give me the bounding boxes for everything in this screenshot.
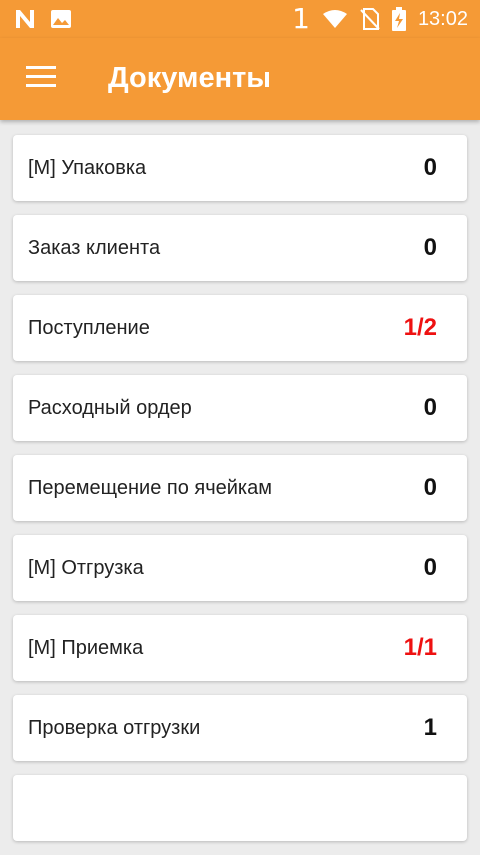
- document-label: Перемещение по ячейкам: [28, 477, 272, 499]
- status-time: 13:02: [417, 8, 468, 30]
- document-count: 0: [423, 154, 437, 181]
- document-count: 0: [423, 394, 437, 421]
- n-notification-icon: [14, 8, 36, 30]
- document-item-cell-transfer[interactable]: Перемещение по ячейкам 0: [13, 455, 467, 521]
- document-label: [М] Упаковка: [28, 157, 147, 179]
- page-title: Документы: [108, 62, 272, 94]
- document-item-receipt[interactable]: Поступление 1/2: [13, 295, 467, 361]
- document-label: Расходный ордер: [28, 397, 192, 419]
- wifi-icon: [322, 9, 348, 29]
- document-count: 1/1: [403, 634, 437, 661]
- document-count: 1/2: [403, 314, 437, 341]
- status-left-icons: [14, 8, 72, 30]
- document-item-acceptance[interactable]: [М] Приемка 1/1: [13, 615, 467, 681]
- document-label: Поступление: [28, 317, 150, 339]
- hamburger-menu-icon[interactable]: [26, 66, 58, 90]
- document-count: 0: [423, 554, 437, 581]
- document-item-packing[interactable]: [М] Упаковка 0: [13, 135, 467, 201]
- document-item-expense-order[interactable]: Расходный ордер 0: [13, 375, 467, 441]
- document-item-shipment-check[interactable]: Проверка отгрузки 1: [13, 695, 467, 761]
- battery-charging-icon: [391, 7, 406, 31]
- status-right-icons: 1 13:02: [292, 4, 468, 34]
- document-item-partial[interactable]: [13, 775, 467, 841]
- notification-number: 1: [292, 2, 310, 35]
- document-count: 1: [423, 714, 437, 741]
- document-item-shipment[interactable]: [М] Отгрузка 0: [13, 535, 467, 601]
- status-bar: 1 13:02: [0, 0, 480, 38]
- document-item-customer-order[interactable]: Заказ клиента 0: [13, 215, 467, 281]
- document-label: Проверка отгрузки: [28, 717, 201, 739]
- document-label: [М] Отгрузка: [28, 557, 144, 579]
- document-count: 0: [423, 234, 437, 261]
- document-count: 0: [423, 474, 437, 501]
- document-list: [М] Упаковка 0 Заказ клиента 0 Поступлен…: [13, 135, 467, 855]
- no-sim-icon: [360, 8, 380, 30]
- app-bar: Документы: [0, 38, 480, 120]
- document-label: Заказ клиента: [28, 237, 161, 259]
- document-label: [М] Приемка: [28, 637, 144, 659]
- image-notification-icon: [50, 9, 72, 29]
